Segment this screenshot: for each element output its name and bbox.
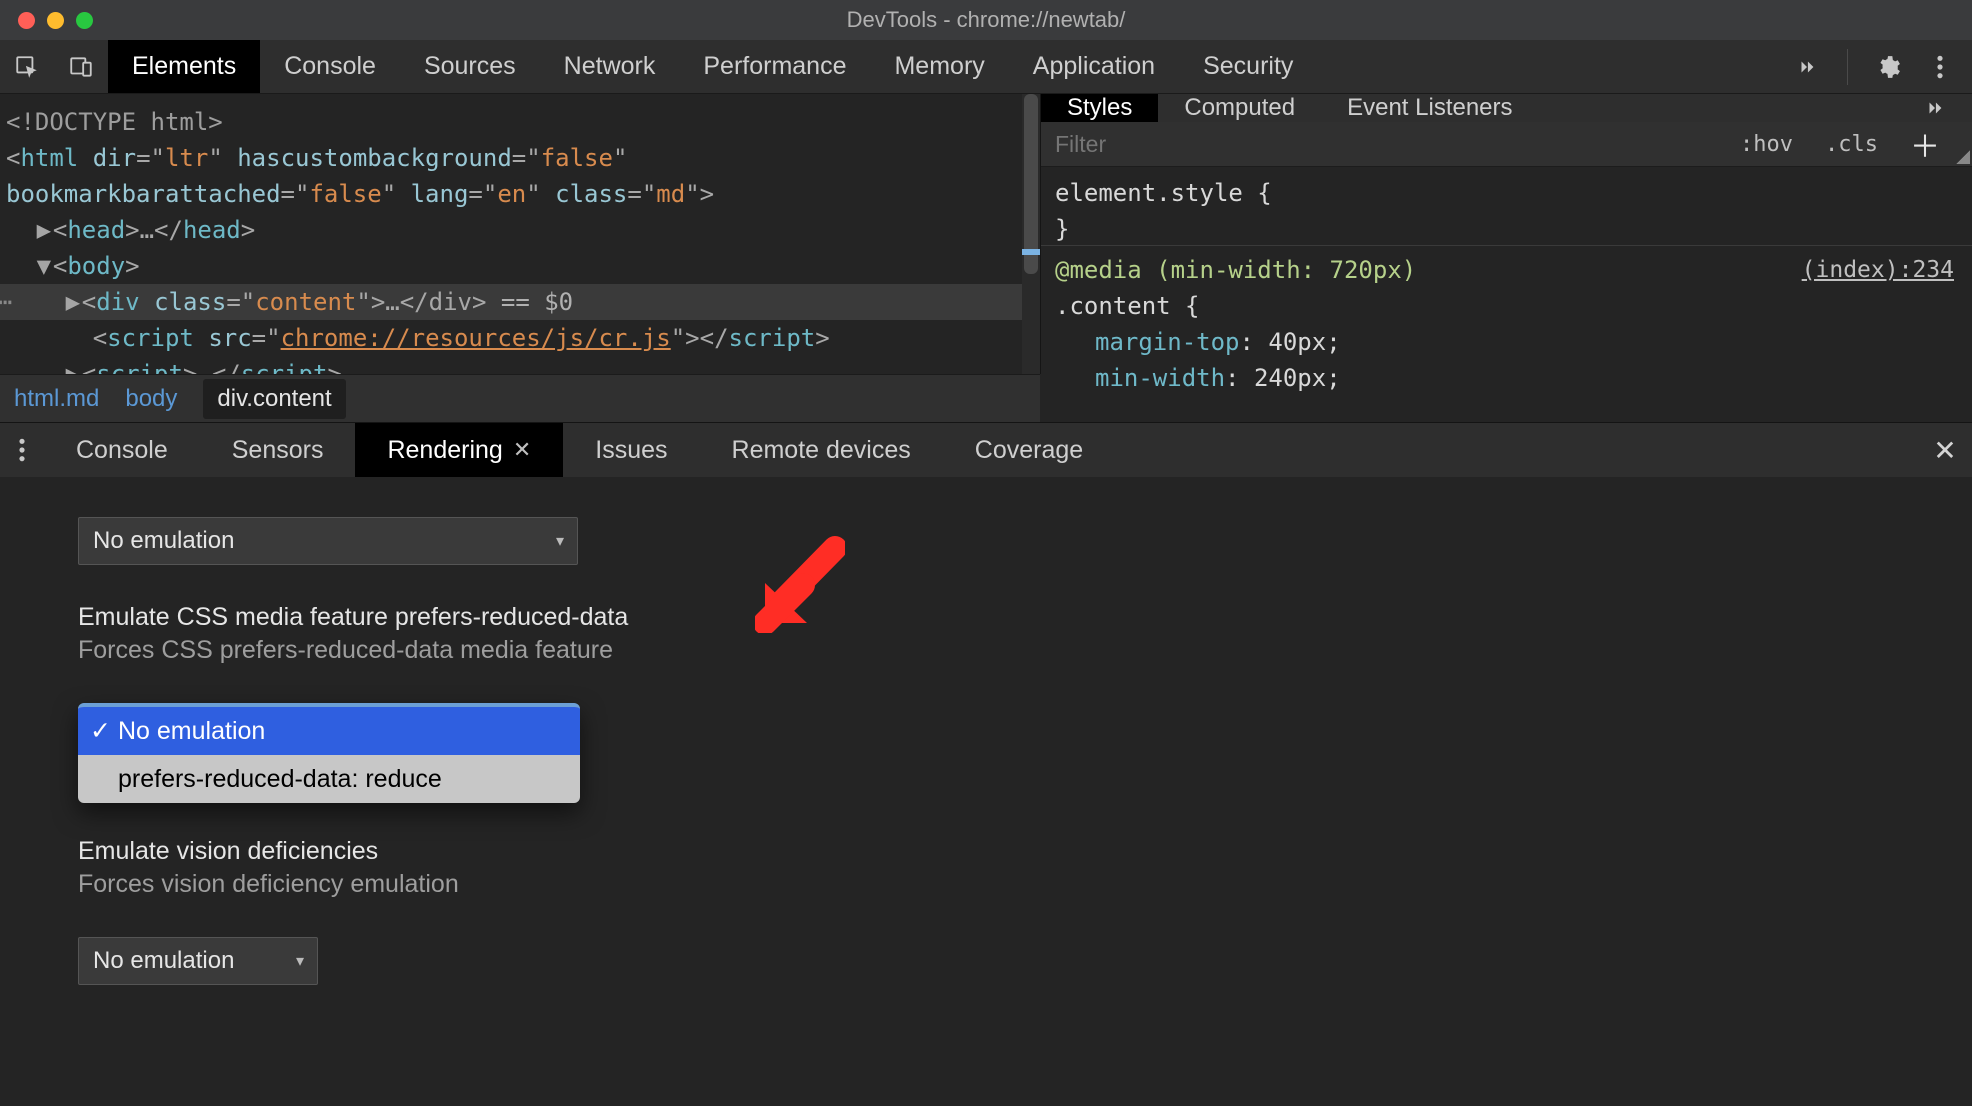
drawer-tab-remote[interactable]: Remote devices: [700, 423, 943, 477]
tab-security[interactable]: Security: [1179, 40, 1317, 93]
hov-toggle[interactable]: :hov: [1724, 122, 1809, 166]
drawer-tab-console[interactable]: Console: [44, 423, 200, 477]
dropdown-option-selected[interactable]: No emulation: [78, 707, 580, 755]
new-rule-button[interactable]: ＋: [1894, 122, 1956, 166]
selector: .content {: [1055, 288, 1958, 324]
tab-memory[interactable]: Memory: [870, 40, 1008, 93]
crumb-body[interactable]: body: [125, 385, 177, 413]
element-style-rule: element.style {: [1055, 175, 1958, 211]
more-tabs-icon[interactable]: [1785, 45, 1829, 89]
close-tab-icon[interactable]: ✕: [513, 437, 531, 463]
main-tabs: Elements Console Sources Network Perform…: [108, 40, 1785, 93]
emulate-select-above[interactable]: No emulation: [78, 517, 578, 565]
section-subtitle: Forces CSS prefers-reduced-data media fe…: [78, 636, 1972, 665]
more-tabs-icon[interactable]: [1898, 94, 1972, 122]
collapse-icon[interactable]: ▼: [35, 248, 53, 284]
toolbar-divider: [1847, 49, 1848, 85]
settings-icon[interactable]: [1866, 45, 1910, 89]
cls-toggle[interactable]: .cls: [1809, 122, 1894, 166]
styles-panel: Styles Computed Event Listeners :hov .cl…: [1040, 94, 1972, 374]
breadcrumb: html.md body div.content: [0, 374, 1040, 422]
resize-handle-icon[interactable]: [1956, 150, 1970, 164]
tab-console[interactable]: Console: [260, 40, 400, 93]
drawer-tab-issues[interactable]: Issues: [563, 423, 699, 477]
vision-select[interactable]: No emulation: [78, 937, 318, 985]
tab-performance[interactable]: Performance: [679, 40, 870, 93]
doctype: <!DOCTYPE html>: [6, 108, 223, 136]
tab-computed[interactable]: Computed: [1158, 94, 1321, 122]
crumb-html[interactable]: html.md: [14, 385, 99, 413]
section-title: Emulate CSS media feature prefers-reduce…: [78, 603, 1972, 632]
drawer-tab-sensors[interactable]: Sensors: [200, 423, 356, 477]
section-subtitle-2: Forces vision deficiency emulation: [78, 870, 1972, 899]
section-title-2: Emulate vision deficiencies: [78, 837, 1972, 866]
tab-sources[interactable]: Sources: [400, 40, 540, 93]
device-toggle-icon[interactable]: [54, 40, 108, 93]
selected-node[interactable]: ▶<div class="content">…</div> == $0: [0, 284, 1040, 320]
rendering-pane: No emulation Emulate CSS media feature p…: [0, 477, 1972, 1089]
source-link[interactable]: (index):234: [1802, 252, 1954, 288]
drawer-tab-rendering[interactable]: Rendering✕: [355, 423, 563, 477]
window-titlebar: DevTools - chrome://newtab/: [0, 0, 1972, 40]
tab-application[interactable]: Application: [1009, 40, 1179, 93]
drawer: Console Sensors Rendering✕ Issues Remote…: [0, 422, 1972, 1089]
devtools-toolbar: Elements Console Sources Network Perform…: [0, 40, 1972, 94]
emulate-dropdown-open[interactable]: No emulation prefers-reduced-data: reduc…: [78, 703, 580, 803]
close-drawer-icon[interactable]: ✕: [1918, 423, 1972, 477]
brace-close: }: [1055, 211, 1958, 247]
expand-icon[interactable]: ▶: [35, 212, 53, 248]
inspect-icon[interactable]: [0, 40, 54, 93]
dropdown-option[interactable]: prefers-reduced-data: reduce: [78, 755, 580, 803]
drawer-kebab-icon[interactable]: [0, 423, 44, 477]
window-title: DevTools - chrome://newtab/: [0, 7, 1972, 33]
styles-rules[interactable]: element.style { } (index):234 @media (mi…: [1041, 167, 1972, 404]
tab-network[interactable]: Network: [540, 40, 680, 93]
tab-elements[interactable]: Elements: [108, 40, 260, 93]
styles-filter-input[interactable]: [1041, 122, 1724, 166]
tab-styles[interactable]: Styles: [1041, 94, 1158, 122]
tab-event-listeners[interactable]: Event Listeners: [1321, 94, 1538, 122]
styles-tabs: Styles Computed Event Listeners: [1041, 94, 1972, 122]
scrollbar[interactable]: [1022, 94, 1040, 374]
drawer-tab-coverage[interactable]: Coverage: [943, 423, 1115, 477]
crumb-current[interactable]: div.content: [203, 379, 345, 419]
kebab-icon[interactable]: [1918, 45, 1962, 89]
dom-tree[interactable]: <!DOCTYPE html> <html dir="ltr" hascusto…: [0, 94, 1040, 374]
annotation-arrow-icon: [755, 533, 845, 633]
